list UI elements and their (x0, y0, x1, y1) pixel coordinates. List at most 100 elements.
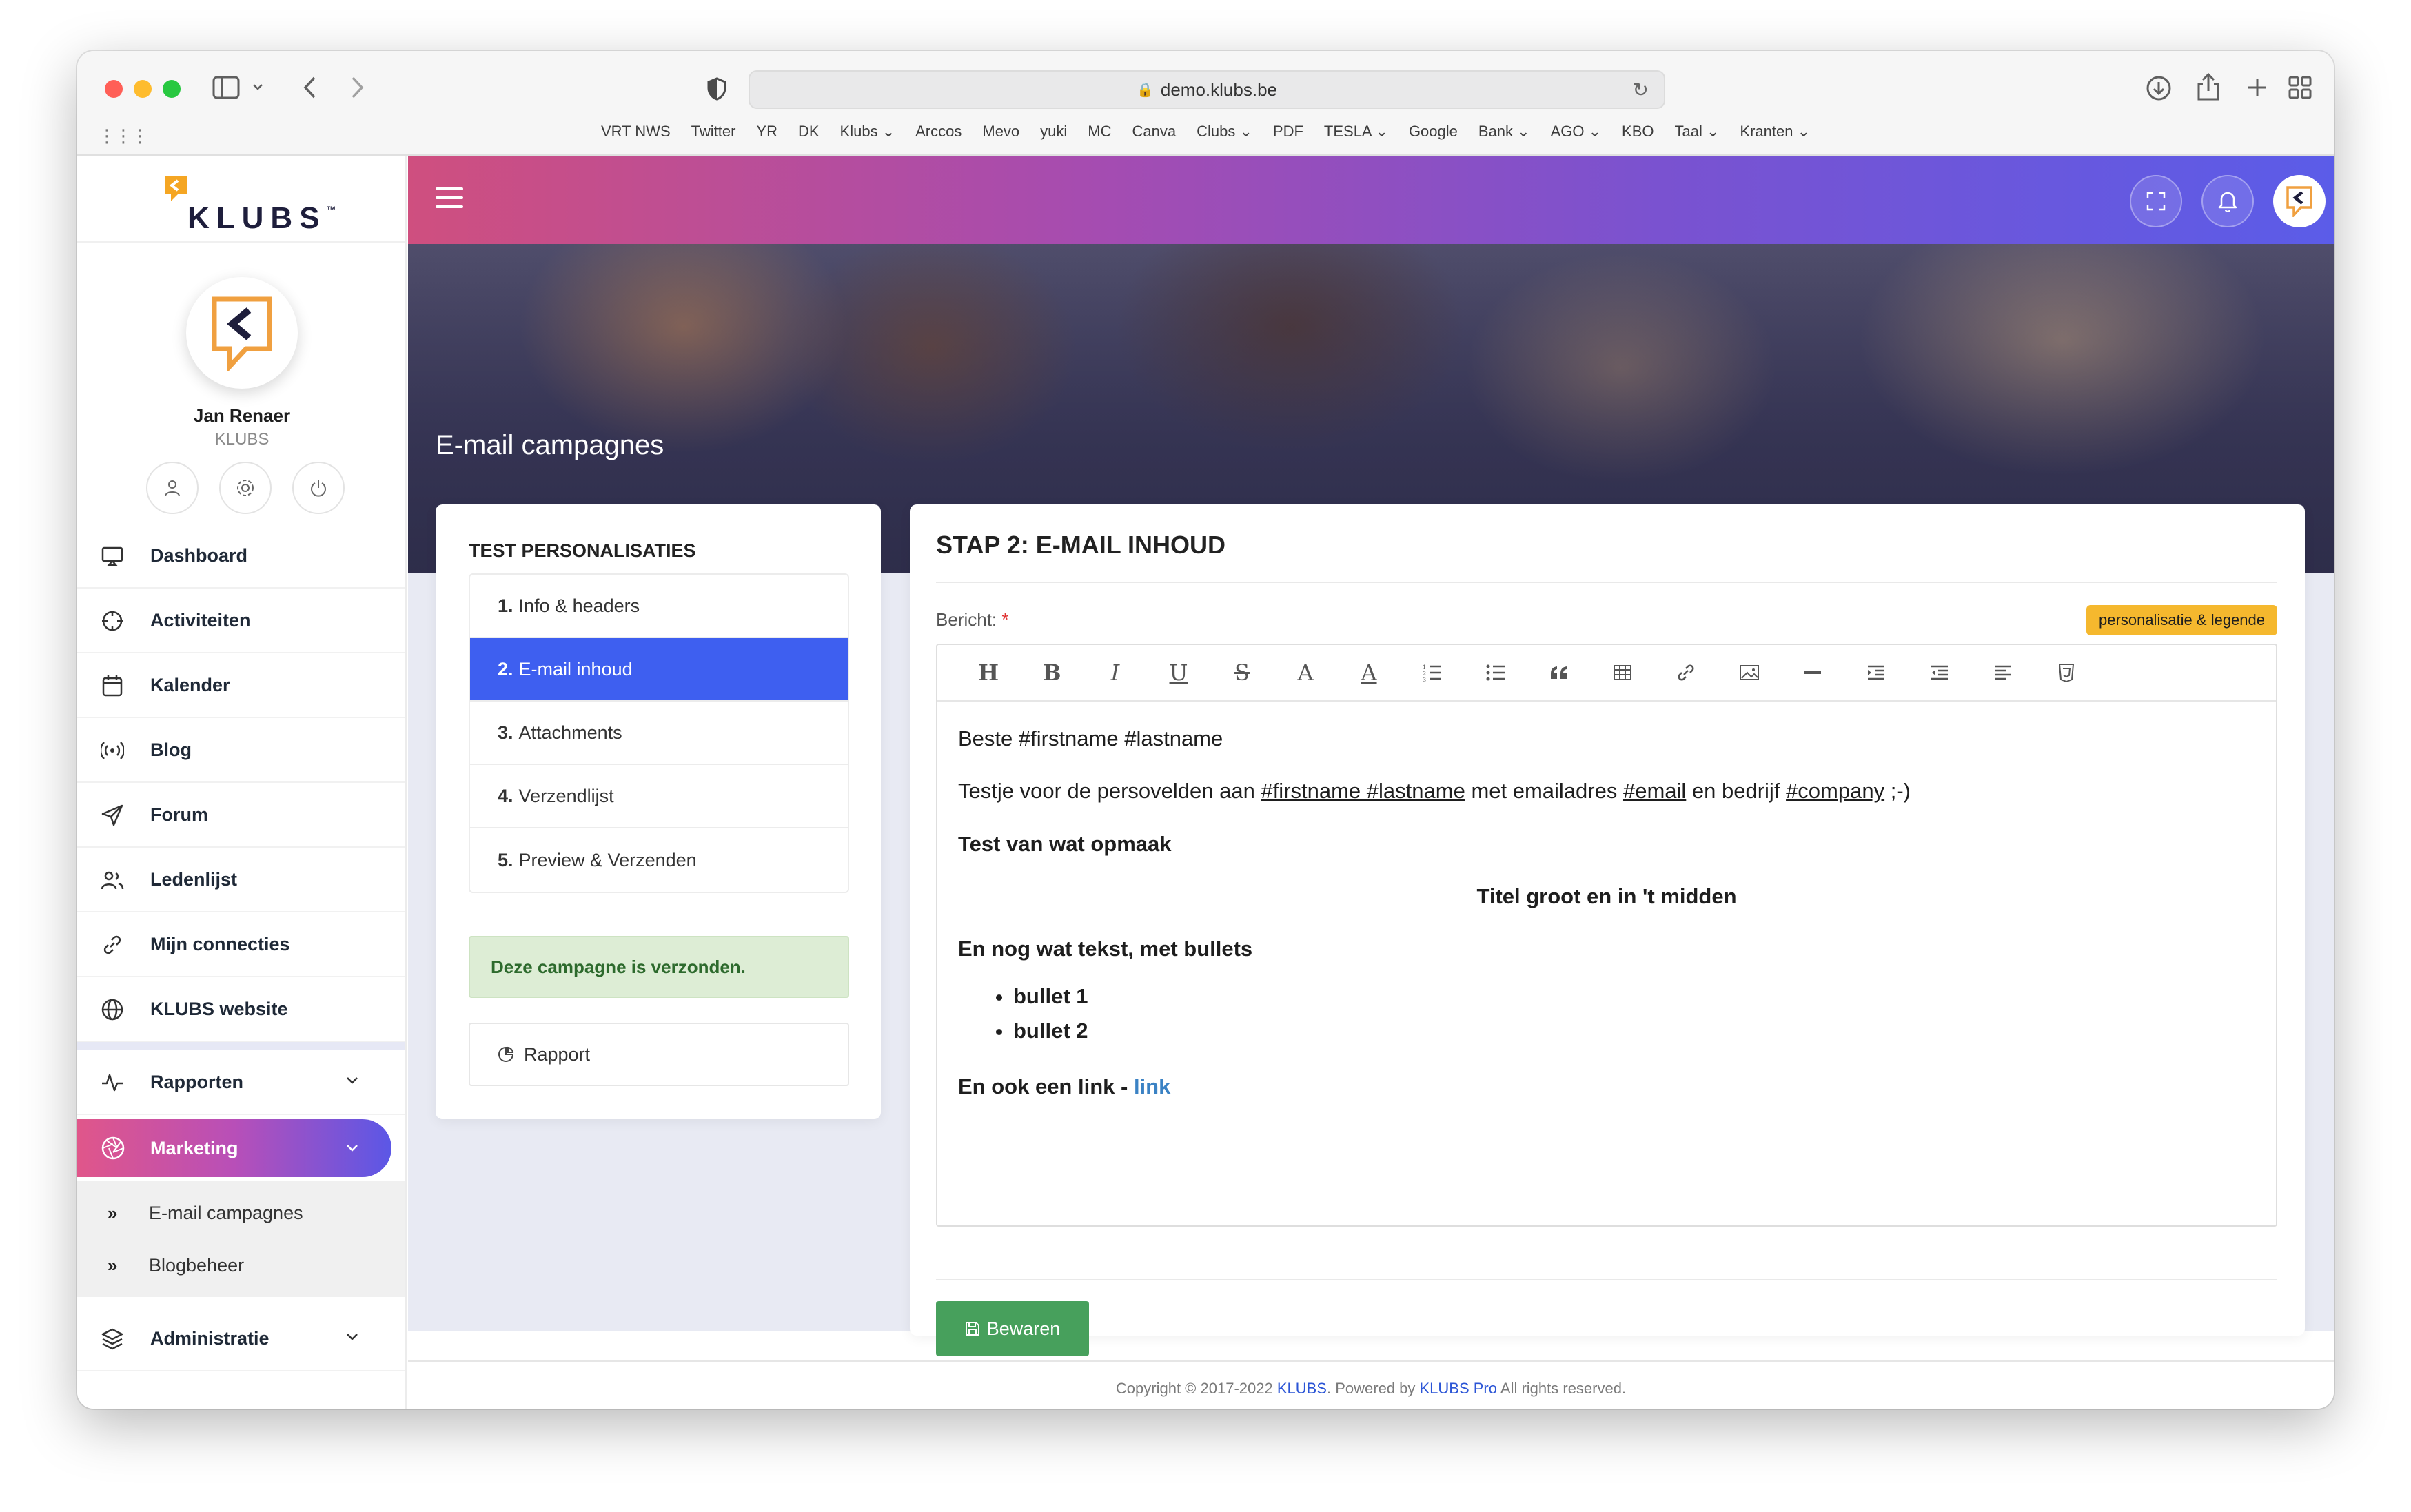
image-button[interactable] (1718, 645, 1781, 701)
sidebar-item-blog[interactable]: Blog (77, 718, 405, 783)
quote-button[interactable] (1527, 645, 1591, 701)
sidebar-item-administratie[interactable]: Administratie (77, 1307, 405, 1371)
rapport-button[interactable]: Rapport (469, 1023, 849, 1086)
editor-bullets-intro: En nog wat tekst, met bullets (958, 937, 1253, 961)
new-tab-icon[interactable] (2247, 77, 2268, 98)
favorite-link[interactable]: DK (798, 123, 820, 150)
favorite-link[interactable]: TESLA ⌄ (1324, 123, 1388, 150)
align-left-button[interactable] (1971, 645, 2035, 701)
favorite-link[interactable]: AGO ⌄ (1551, 123, 1601, 150)
url-text: demo.klubs.be (1160, 79, 1277, 100)
sidebar-item-activiteiten[interactable]: Activiteiten (77, 589, 405, 653)
sidebar-item-dashboard[interactable]: Dashboard (77, 524, 405, 589)
rich-text-editor[interactable]: H B I U S A A 123 Beste #firstname #last… (936, 644, 2277, 1227)
html5-icon (2058, 664, 2075, 682)
step-info-headers[interactable]: 1. Info & headers (470, 575, 848, 638)
footer-klubs-link[interactable]: KLUBS (1277, 1380, 1327, 1397)
back-arrow-icon[interactable] (302, 76, 317, 99)
image-icon (1740, 665, 1759, 680)
reload-icon[interactable]: ↻ (1633, 79, 1649, 101)
sidebar-item-mijn-connecties[interactable]: Mijn connecties (77, 912, 405, 977)
sidebar-subitem-blogbeheer[interactable]: » Blogbeheer (77, 1239, 405, 1291)
step-attachments[interactable]: 3. Attachments (470, 702, 848, 765)
downloads-icon[interactable] (2145, 74, 2173, 102)
sidebar-item-rapporten[interactable]: Rapporten (77, 1050, 405, 1115)
sidebar-item-kalender[interactable]: Kalender (77, 653, 405, 718)
address-bar[interactable]: 🔒 demo.klubs.be ↻ (749, 70, 1665, 109)
chevron-down-icon[interactable] (252, 83, 263, 91)
italic-button[interactable]: I (1084, 645, 1147, 701)
unordered-list-button[interactable] (1464, 645, 1527, 701)
personalisatie-legende-button[interactable]: personalisatie & legende (2086, 605, 2277, 635)
font-color-button[interactable]: A (1337, 645, 1401, 701)
html-source-button[interactable] (2035, 645, 2098, 701)
footer-klubs-pro-link[interactable]: KLUBS Pro (1420, 1380, 1498, 1397)
profile-name: Jan Renaer (193, 405, 291, 426)
notifications-button[interactable] (2201, 175, 2254, 227)
favorite-link[interactable]: Bank ⌄ (1478, 123, 1530, 150)
sidebar-item-klubs-website[interactable]: KLUBS website (77, 977, 405, 1042)
sidebar-subitem-email-campagnes[interactable]: » E-mail campagnes (77, 1187, 405, 1239)
favorite-link[interactable]: Taal ⌄ (1675, 123, 1720, 150)
zoom-window-button[interactable] (163, 80, 181, 98)
close-window-button[interactable] (105, 80, 123, 98)
indent-icon (1868, 665, 1884, 680)
bold-button[interactable]: B (1020, 645, 1084, 701)
hamburger-menu-icon[interactable] (436, 187, 463, 211)
forward-arrow-icon[interactable] (350, 76, 365, 99)
favorite-link[interactable]: MC (1088, 123, 1111, 150)
link-button[interactable] (1654, 645, 1718, 701)
favorite-link[interactable]: Mevo (982, 123, 1019, 150)
editor-link[interactable]: link (1134, 1074, 1170, 1099)
shield-icon[interactable] (707, 77, 726, 101)
favorite-link[interactable]: VRT NWS (601, 123, 671, 150)
save-button[interactable]: Bewaren (936, 1301, 1089, 1356)
favorite-link[interactable]: yuki (1040, 123, 1067, 150)
favorite-link[interactable]: KBO (1622, 123, 1654, 150)
sidebar-item-marketing[interactable]: Marketing (77, 1119, 391, 1177)
editor-content[interactable]: Beste #firstname #lastname Testje voor d… (937, 702, 2276, 1149)
svg-text:1: 1 (1423, 664, 1426, 671)
favorite-link[interactable]: YR (756, 123, 777, 150)
favorite-link[interactable]: Google (1409, 123, 1458, 150)
crosshair-icon (102, 611, 123, 631)
step-email-inhoud[interactable]: 2. E-mail inhoud (470, 638, 848, 702)
logo[interactable]: KLUBS™ (77, 156, 405, 243)
favorite-link[interactable]: Kranten ⌄ (1740, 123, 1810, 150)
sidebar-item-forum[interactable]: Forum (77, 783, 405, 848)
favorite-link[interactable]: Twitter (691, 123, 736, 150)
favorite-link[interactable]: Canva (1132, 123, 1177, 150)
step-preview-verzenden[interactable]: 5. Preview & Verzenden (470, 828, 848, 892)
outdent-button[interactable] (1908, 645, 1971, 701)
user-icon (165, 480, 180, 497)
table-button[interactable] (1591, 645, 1654, 701)
horizontal-rule-button[interactable] (1781, 645, 1844, 701)
settings-button[interactable] (219, 462, 272, 514)
favorite-link[interactable]: PDF (1273, 123, 1303, 150)
favorite-link[interactable]: Klubs ⌄ (840, 123, 895, 150)
ordered-list-button[interactable]: 123 (1401, 645, 1464, 701)
indent-button[interactable] (1844, 645, 1908, 701)
font-size-button[interactable]: A (1274, 645, 1337, 701)
underline-button[interactable]: U (1147, 645, 1210, 701)
strikethrough-button[interactable]: S (1210, 645, 1274, 701)
page-title: E-mail campagnes (436, 430, 664, 460)
svg-text:3: 3 (1423, 677, 1426, 682)
logout-button[interactable] (292, 462, 345, 514)
sidebar-item-label: Rapporten (150, 1071, 243, 1092)
step-verzendlijst[interactable]: 4. Verzendlijst (470, 765, 848, 828)
favorite-link[interactable]: Arccos (915, 123, 962, 150)
favorite-link[interactable]: Clubs ⌄ (1197, 123, 1252, 150)
profile-button[interactable] (146, 462, 199, 514)
sidebar-item-ledenlijst[interactable]: Ledenlijst (77, 848, 405, 912)
fullscreen-icon (2146, 192, 2166, 211)
tab-overview-icon[interactable] (2288, 76, 2312, 99)
share-icon[interactable] (2196, 72, 2221, 102)
user-avatar-button[interactable] (2273, 175, 2326, 227)
heading-button[interactable]: H (957, 645, 1020, 701)
editor-bullet-list: bullet 1 bullet 2 (1013, 979, 2255, 1048)
avatar[interactable] (186, 277, 298, 389)
fullscreen-button[interactable] (2130, 175, 2182, 227)
minimize-window-button[interactable] (134, 80, 152, 98)
sidebar-toggle-icon[interactable] (212, 76, 240, 99)
